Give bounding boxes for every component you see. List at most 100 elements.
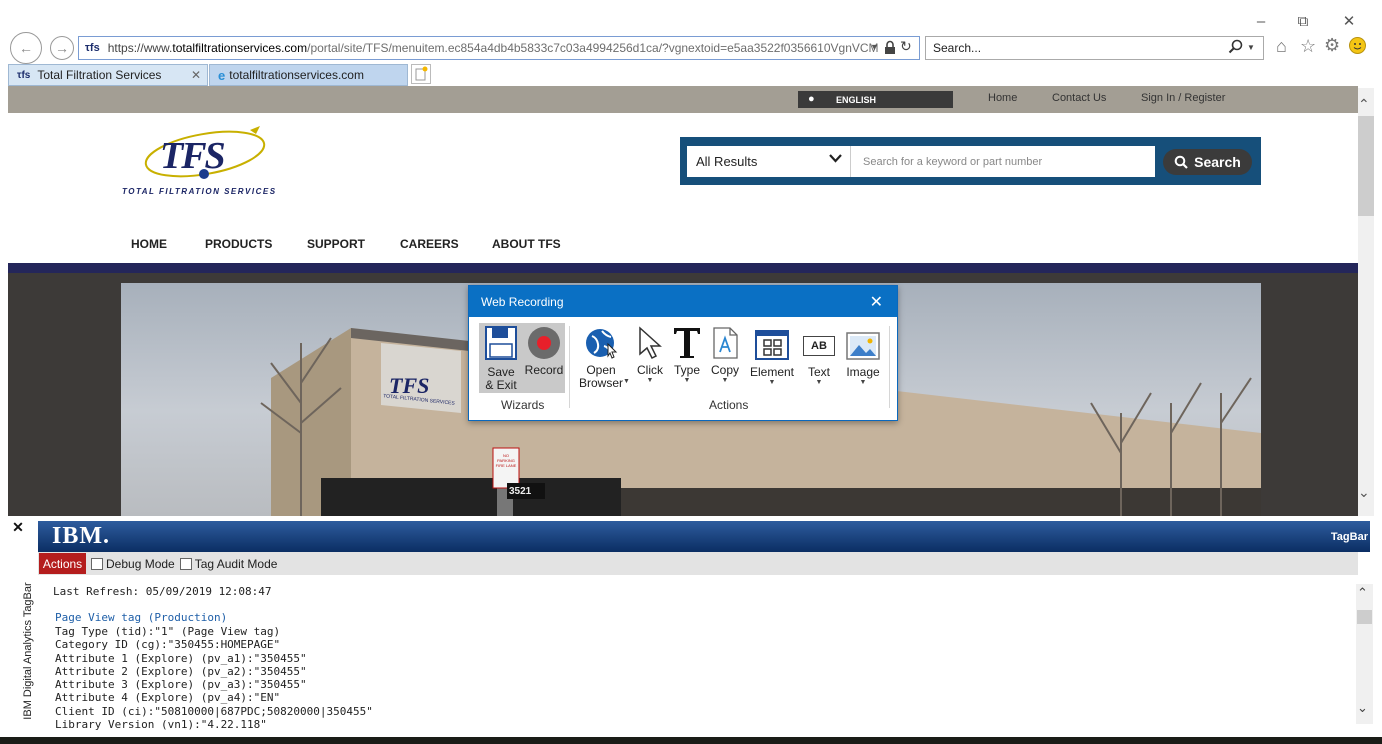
tag-line: Tag Type (tid):"1" (Page View tag) — [55, 625, 281, 638]
logo-text: TFS — [160, 135, 226, 177]
ibm-logo: IBM. — [52, 523, 110, 549]
globe-icon: ● — [808, 93, 815, 105]
new-tab-icon[interactable] — [411, 64, 431, 84]
minimize-icon[interactable]: – — [1250, 10, 1272, 32]
copy-button[interactable]: Copy ▼ — [709, 324, 741, 385]
favorites-star-icon[interactable]: ☆ — [1300, 36, 1316, 57]
audit-mode-checkbox[interactable]: Tag Audit Mode — [179, 557, 277, 571]
checkbox-icon[interactable] — [179, 557, 192, 570]
image-label: Image — [846, 365, 880, 379]
chevron-down-icon: ▼ — [646, 377, 654, 384]
web-recording-dialog: Web Recording ✕ Save & Exit Record Open … — [468, 285, 898, 421]
toplink-home[interactable]: Home — [988, 92, 1017, 104]
nav-about[interactable]: ABOUT TFS — [492, 237, 561, 251]
last-refresh: Last Refresh: 05/09/2019 12:08:47 — [53, 585, 272, 598]
lock-icon — [884, 40, 898, 56]
hero-building-number: 3521 — [509, 486, 532, 497]
tagbar-side-label: IBM Digital Analytics TagBar — [22, 582, 34, 720]
search-scope-value: All Results — [696, 154, 758, 169]
address-prefix: https://www. — [107, 41, 173, 55]
debug-mode-checkbox[interactable]: Debug Mode — [91, 557, 175, 571]
image-icon — [846, 324, 880, 360]
actions-button[interactable]: Actions — [39, 553, 86, 574]
tagbar-scroll-thumb[interactable] — [1357, 610, 1372, 624]
text-icon-label: AB — [803, 336, 835, 356]
site-logo[interactable]: TFS TOTAL FILTRATION SERVICES — [120, 122, 290, 202]
tab-totalfiltration-domain[interactable]: e totalfiltrationservices.com — [209, 64, 408, 86]
dialog-title: Web Recording — [481, 294, 564, 309]
open-browser-button[interactable]: Open Browser — [575, 324, 627, 390]
record-label: Record — [524, 363, 564, 377]
gear-icon[interactable]: ⚙ — [1324, 35, 1340, 56]
language-selector[interactable]: ● ENGLISH — [798, 91, 953, 108]
tag-line: Library Version (vn1):"4.22.118" — [55, 718, 267, 732]
tagbar-title: TagBar — [1330, 531, 1368, 543]
cursor-icon — [637, 324, 663, 360]
search-scope-select[interactable]: All Results — [687, 146, 851, 177]
toplink-signin[interactable]: Sign In / Register — [1141, 92, 1225, 104]
tag-details: Tag Type (tid):"1" (Page View tag) Categ… — [55, 625, 1345, 733]
tagbar-header: IBM. TagBar — [38, 521, 1370, 552]
smiley-icon[interactable] — [1349, 37, 1366, 54]
refresh-icon[interactable]: ↻ — [900, 38, 912, 55]
scroll-down-icon[interactable]: ⌄ — [1357, 700, 1368, 716]
toplink-contact[interactable]: Contact Us — [1052, 92, 1106, 104]
browser-search-input[interactable]: Search... — [925, 36, 1264, 60]
save-label-2: & Exit — [485, 378, 517, 392]
chevron-down-icon: ▼ — [768, 379, 776, 386]
search-dropdown-icon[interactable]: ▼ — [1247, 43, 1255, 52]
record-button[interactable]: Record — [523, 324, 565, 377]
tagbar-side-label-wrap: IBM Digital Analytics TagBar — [16, 577, 36, 737]
checkbox-icon[interactable] — [91, 557, 103, 570]
image-button[interactable]: Image ▼ — [843, 324, 883, 387]
site-search-input[interactable]: Search for a keyword or part number — [851, 146, 1155, 177]
type-button[interactable]: Type ▼ — [671, 324, 703, 385]
restore-icon[interactable]: ⧉ — [1292, 10, 1314, 32]
group-divider — [569, 326, 570, 408]
element-button[interactable]: Element ▼ — [747, 324, 797, 387]
group-divider — [889, 326, 890, 408]
scroll-up-icon[interactable]: ⌃ — [1358, 96, 1370, 113]
page-scrollbar[interactable] — [1358, 88, 1374, 516]
close-icon[interactable]: ✕ — [191, 68, 201, 82]
tag-title-link[interactable]: Page View tag (Production) — [55, 611, 227, 624]
close-icon[interactable]: ✕ — [8, 517, 28, 537]
tab-total-filtration[interactable]: τfs Total Filtration Services ✕ — [8, 64, 208, 86]
site-search-button[interactable]: Search — [1163, 149, 1252, 175]
globe-cursor-icon — [584, 324, 618, 360]
click-button[interactable]: Click ▼ — [633, 324, 667, 385]
site-search-placeholder: Search for a keyword or part number — [863, 155, 1043, 168]
home-icon[interactable]: ⌂ — [1276, 36, 1287, 57]
address-bar[interactable]: τfs https://www. totalfiltrationservices.… — [78, 36, 920, 60]
chevron-down-icon: ▼ — [859, 379, 867, 386]
copy-document-icon — [711, 324, 739, 360]
ie-icon: e — [218, 67, 226, 83]
close-icon[interactable]: ✕ — [870, 292, 883, 312]
site-favicon: τfs — [85, 42, 100, 54]
tag-line: Attribute 4 (Explore) (pv_a4):"EN" — [55, 691, 281, 705]
browser-search-placeholder: Search... — [933, 41, 982, 55]
copy-label: Copy — [710, 363, 739, 377]
nav-products[interactable]: PRODUCTS — [205, 237, 272, 251]
tab-favicon: τfs — [17, 69, 31, 81]
element-label: Element — [749, 365, 795, 379]
back-icon[interactable]: ← — [10, 32, 42, 64]
text-button[interactable]: AB Text ▼ — [801, 324, 837, 387]
dropdown-icon[interactable]: ▼ — [870, 42, 879, 52]
wizards-group-label: Wizards — [501, 398, 545, 412]
chevron-down-icon: ▼ — [721, 377, 729, 384]
nav-careers[interactable]: CAREERS — [400, 237, 459, 251]
record-icon — [527, 324, 561, 360]
nav-home[interactable]: HOME — [131, 237, 167, 251]
search-icon[interactable] — [1228, 39, 1244, 55]
forward-icon[interactable]: → — [50, 36, 74, 60]
address-domain: totalfiltrationservices.com — [172, 41, 308, 55]
nav-support[interactable]: SUPPORT — [307, 237, 365, 251]
scroll-down-icon[interactable]: ⌄ — [1358, 484, 1370, 501]
type-label: Type — [673, 363, 700, 377]
page-scroll-thumb[interactable] — [1358, 116, 1374, 216]
scroll-up-icon[interactable]: ⌃ — [1357, 585, 1368, 601]
window-close-icon[interactable]: ✕ — [1338, 10, 1360, 32]
actions-group-label: Actions — [709, 398, 749, 412]
save-exit-button[interactable]: Save & Exit — [483, 324, 519, 392]
